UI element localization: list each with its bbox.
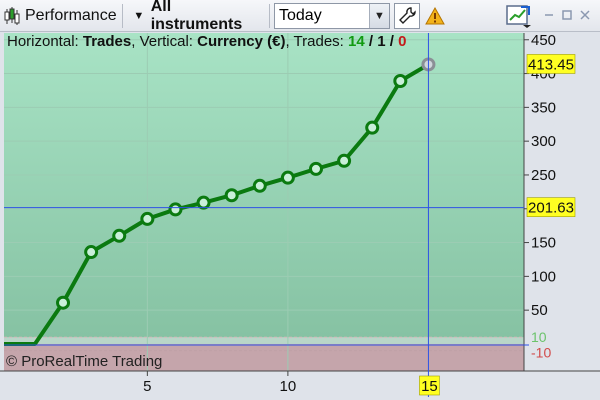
slash: / [385,33,399,50]
y-tick-label: 100 [531,268,556,285]
toolbar: Performance ▼ All instruments Today ▼ [0,0,600,33]
data-point [56,295,71,310]
performance-label: Performance [25,7,117,24]
y-tick-label: 250 [531,167,556,184]
bar-chart-icon [3,6,21,26]
last-value-tag: 413.45 [528,56,574,73]
performance-chart[interactable]: 4504003503002502001501005051010-10413.45… [0,33,600,400]
y-tick-label: 350 [531,99,556,116]
copyright: © ProRealTime Trading [6,353,163,370]
vertical-prefix: , Vertical: [131,33,198,50]
crosshair-y-tag: 201.63 [528,200,574,217]
y-tick-label: 50 [531,302,548,319]
x-tick-label: 5 [143,378,151,395]
data-point [393,73,408,88]
data-point [168,202,183,217]
wrench-icon[interactable] [394,3,420,29]
close-icon[interactable] [576,6,594,24]
export-chart-icon[interactable] [504,2,534,30]
period-select[interactable]: Today ▼ [274,3,390,29]
data-point [252,178,267,193]
crosshair-x-tag: 15 [421,378,438,395]
period-value: Today [279,7,322,24]
trades-prefix: , Trades: [285,33,348,50]
dropdown-arrow-icon: ▼ [133,10,145,22]
chart-header: Horizontal: Trades, Vertical: Currency (… [7,33,406,50]
data-point [309,161,323,176]
data-point [365,120,380,135]
vertical-value: Currency (€) [197,33,286,50]
data-point [112,228,127,243]
chevron-down-icon[interactable]: ▼ [369,4,389,28]
zero-band-label-negative: -10 [531,345,551,361]
instruments-label: All instruments [150,0,243,33]
x-tick-label: 10 [280,378,297,395]
data-point [224,188,239,203]
toolbar-separator [122,4,123,28]
horizontal-prefix: Horizontal: [7,33,83,50]
winning-trades: 14 [348,33,365,50]
maximize-icon[interactable] [558,6,576,24]
data-point [140,211,155,226]
y-tick-label: 450 [531,33,556,49]
data-point [196,195,211,210]
data-point [84,245,99,260]
data-point [280,170,295,185]
zero-band-upper [4,337,524,344]
toolbar-separator [269,4,270,28]
performance-button[interactable]: Performance [2,3,120,29]
losing-trades: 0 [398,33,407,50]
neutral-trades: 1 [377,33,386,50]
minimize-icon[interactable] [540,6,558,24]
chart-svg[interactable]: 4504003503002502001501005051010-10413.45… [0,33,600,400]
data-point [337,153,352,168]
slash: / [364,33,378,50]
warning-icon[interactable] [424,5,446,27]
y-tick-label: 150 [531,235,556,252]
instruments-button[interactable]: ▼ All instruments [126,0,266,33]
y-tick-label: 300 [531,133,556,150]
zero-band-label-positive: 10 [531,329,547,345]
horizontal-value: Trades [82,33,132,50]
